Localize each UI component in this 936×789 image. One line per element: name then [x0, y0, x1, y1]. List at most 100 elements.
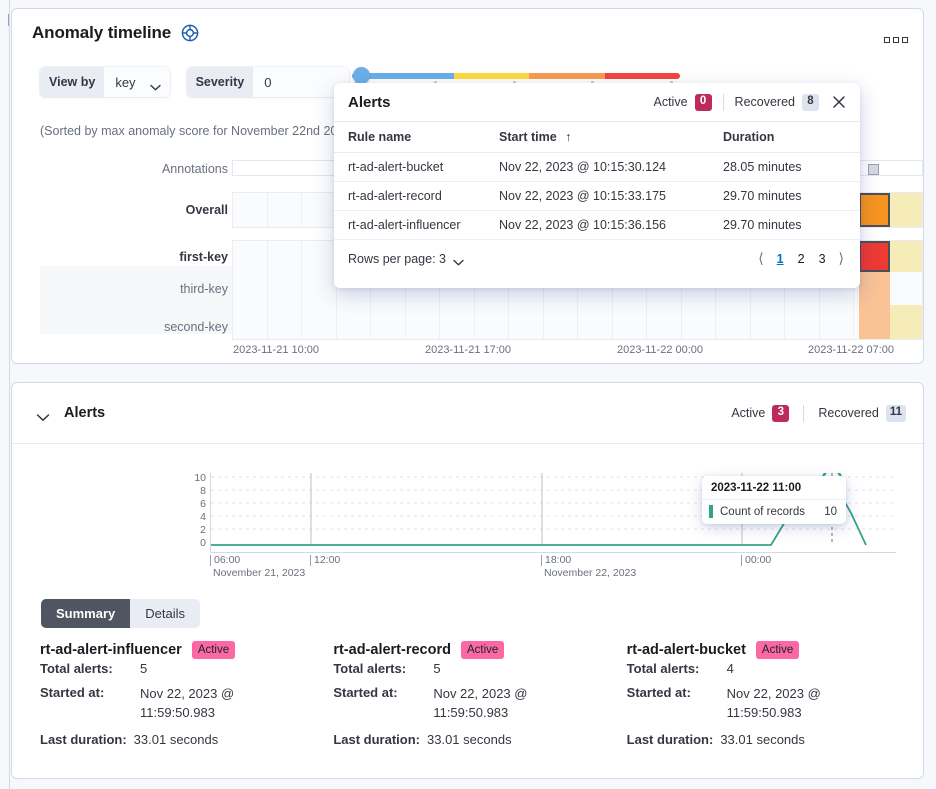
chevron-down-icon[interactable] [36, 409, 50, 418]
table-row[interactable]: rt-ad-alert-bucket Nov 22, 2023 @ 10:15:… [334, 153, 860, 182]
view-by-control: View by key [40, 67, 170, 97]
view-by-label: View by [40, 67, 104, 97]
panel-recovered-label: Recovered [818, 406, 878, 420]
card-header: rt-ad-alert-bucket Active [627, 641, 920, 659]
swimlane-label-second-key: second-key [164, 320, 228, 334]
chart-y-axis: 10 8 6 4 2 0 [184, 473, 206, 553]
tab-details[interactable]: Details [130, 599, 200, 628]
chart-x-axis: 06:00 12:00 18:00 00:00 November 21, 202… [210, 555, 896, 581]
x-tick-label: 2023-11-21 10:00 [233, 344, 319, 356]
alerts-count-chart: 10 8 6 4 2 0 [184, 473, 896, 581]
y-tick-label: 8 [200, 486, 206, 497]
rows-per-page-select[interactable]: Rows per page: 3 [348, 252, 464, 266]
swimlane-cell-warning[interactable] [890, 305, 922, 339]
status-badge: 8 [802, 94, 819, 111]
table-row[interactable]: rt-ad-alert-record Nov 22, 2023 @ 10:15:… [334, 182, 860, 211]
card-header: rt-ad-alert-record Active [333, 641, 626, 659]
page-button-3[interactable]: 3 [816, 252, 829, 266]
table-header-row: Rule name Start time ↑ Duration [334, 122, 860, 153]
cell-duration: 28.05 minutes [723, 153, 860, 182]
swimlane-label-third-key: third-key [180, 282, 228, 296]
field-label: Started at: [40, 685, 140, 722]
chevron-right-icon[interactable]: ⟩ [837, 250, 846, 267]
severity-slider-thumb[interactable] [353, 67, 370, 84]
panel-active-count-group[interactable]: Active 3 [731, 405, 789, 422]
alerts-panel: Alerts Active 3 Recovered 11 10 8 6 4 [11, 382, 924, 779]
x-tick-label: 2023-11-21 17:00 [425, 344, 511, 356]
cell-rule-name: rt-ad-alert-record [334, 182, 499, 211]
column-header-start-time[interactable]: Start time ↑ [499, 122, 723, 153]
chevron-down-icon [453, 255, 464, 262]
alert-summary-cards: rt-ad-alert-influencer Active Total aler… [40, 641, 920, 747]
alerts-view-tabs: Summary Details [41, 599, 200, 628]
cell-start-time: Nov 22, 2023 @ 10:15:30.124 [499, 153, 723, 182]
annotation-marker[interactable] [868, 164, 879, 175]
cell-rule-name: rt-ad-alert-influencer [334, 211, 499, 240]
card-rule-name: rt-ad-alert-influencer [40, 642, 182, 658]
chevron-down-icon [150, 79, 161, 86]
panel-recovered-count-group[interactable]: Recovered 11 [818, 405, 906, 422]
alert-summary-card: rt-ad-alert-bucket Active Total alerts: … [627, 641, 920, 747]
card-rule-name: rt-ad-alert-record [333, 642, 451, 658]
status-badge: 0 [695, 94, 712, 111]
swimlane-cell-warning[interactable] [890, 241, 922, 272]
card-last-duration-row: Last duration: 33.01 seconds [40, 732, 333, 747]
chart-tooltip: 2023-11-22 11:00 Count of records 10 [702, 476, 846, 524]
tooltip-title: 2023-11-22 11:00 [702, 476, 846, 500]
sorted-by-note: (Sorted by max anomaly score for Novembe… [40, 124, 337, 138]
column-header-rule-name[interactable]: Rule name [334, 122, 499, 153]
card-started-at-row: Started at: Nov 22, 2023 @ 11:59:50.983 [627, 685, 920, 722]
column-label: Rule name [348, 130, 411, 144]
alerts-popover: Alerts Active 0 Recovered 8 [334, 83, 860, 288]
severity-slider-track [352, 73, 680, 79]
panel-active-label: Active [731, 406, 765, 420]
anomaly-timeline-title-row: Anomaly timeline [32, 23, 199, 43]
swimlane-x-axis: 2023-11-21 10:00 2023-11-21 17:00 2023-1… [232, 344, 923, 360]
grid-more-options-icon[interactable] [883, 31, 909, 49]
screenshot-root: Anomaly timeline View by key [0, 0, 936, 789]
page-button-2[interactable]: 2 [795, 252, 808, 266]
severity-control: Severity 0 [187, 67, 350, 97]
status-badge: 11 [886, 405, 906, 422]
alerts-panel-counts: Active 3 Recovered 11 [731, 405, 906, 422]
alerts-table: Rule name Start time ↑ Duration rt-ad-al… [334, 121, 860, 240]
rows-per-page-label: Rows per page: 3 [348, 252, 446, 266]
timeline-controls: View by key Severity 0 [40, 67, 349, 97]
x-tick-label: 2023-11-22 07:00 [808, 344, 894, 356]
cell-duration: 29.70 minutes [723, 182, 860, 211]
field-value: 33.01 seconds [134, 732, 219, 747]
series-color-swatch [709, 505, 713, 518]
status-badge: Active [756, 641, 799, 659]
status-badge: Active [192, 641, 235, 659]
column-label: Duration [723, 130, 774, 144]
tab-summary[interactable]: Summary [41, 599, 130, 628]
x-tick-sublabel: November 21, 2023 [210, 567, 305, 579]
page-button-1[interactable]: 1 [774, 252, 787, 266]
swimlane-cell-major[interactable] [859, 193, 891, 227]
view-by-select[interactable]: key [104, 67, 169, 97]
x-tick-sublabel: November 22, 2023 [541, 567, 636, 579]
life-ring-help-icon[interactable] [181, 24, 199, 42]
divider [723, 94, 724, 111]
field-label: Last duration: [627, 732, 714, 747]
swimlane-cell-critical[interactable] [859, 241, 891, 272]
table-row[interactable]: rt-ad-alert-influencer Nov 22, 2023 @ 10… [334, 211, 860, 240]
close-icon[interactable] [830, 93, 848, 111]
chevron-left-icon[interactable]: ⟨ [756, 250, 765, 267]
annotations-row-label: Annotations [162, 162, 228, 176]
swimlane-cell-warning[interactable] [890, 193, 922, 227]
swimlane-cell-minor[interactable] [859, 272, 891, 305]
column-header-duration[interactable]: Duration [723, 122, 860, 153]
swimlane-row-second-key[interactable] [232, 305, 923, 340]
field-label: Last duration: [333, 732, 420, 747]
swimlane-cell-minor[interactable] [859, 305, 891, 339]
tooltip-series-label: Count of records [720, 506, 805, 518]
popover-recovered-label: Recovered [735, 95, 795, 109]
popover-recovered-count-group[interactable]: Recovered 8 [735, 94, 819, 111]
alerts-table-footer: Rows per page: 3 ⟨ 1 2 3 ⟩ [334, 240, 860, 267]
field-value: 5 [140, 661, 147, 676]
popover-active-count-group[interactable]: Active 0 [654, 94, 712, 111]
y-tick-label: 4 [200, 512, 206, 523]
x-tick-label: 06:00 [210, 555, 240, 566]
field-label: Total alerts: [333, 661, 433, 676]
